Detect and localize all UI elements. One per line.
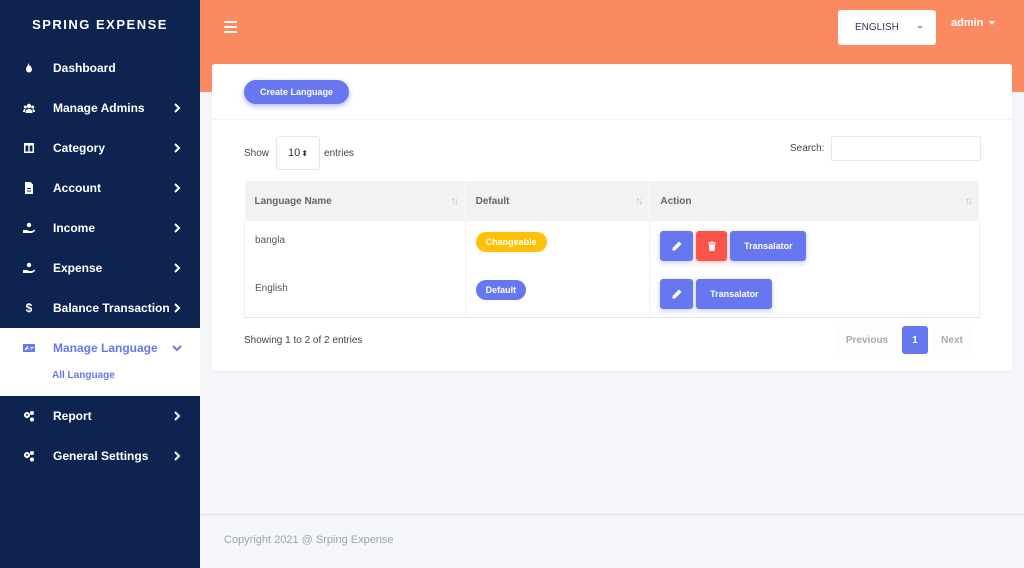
pagination-page-1[interactable]: 1 <box>902 326 928 354</box>
entries-label: entries <box>324 147 355 159</box>
sidebar-item-label: Dashboard <box>53 61 116 75</box>
entries-select[interactable]: 10 ⬍ <box>276 136 321 170</box>
search-control: Search: <box>790 136 982 161</box>
sidebar-item-manage-language[interactable]: Manage Language <box>0 328 200 368</box>
user-name: admin <box>951 17 984 29</box>
hand-holding-icon <box>22 221 36 235</box>
edit-button[interactable] <box>660 231 694 261</box>
sidebar-item-report[interactable]: Report <box>0 396 200 436</box>
delete-button[interactable] <box>696 231 728 261</box>
user-menu[interactable]: admin <box>951 17 996 29</box>
sidebar-item-dashboard[interactable]: Dashboard <box>0 48 200 88</box>
pencil-icon <box>672 289 682 299</box>
language-select[interactable]: ENGLISH <box>838 10 936 45</box>
search-label: Search: <box>790 143 825 154</box>
translator-button[interactable]: Transalator <box>730 231 807 261</box>
entries-length-control: Show 10 ⬍ entries <box>244 136 354 170</box>
sidebar-item-label: Income <box>53 221 96 235</box>
action-cell: Transalator <box>649 269 980 318</box>
trash-icon <box>707 241 716 251</box>
language-select-value: ENGLISH <box>855 22 899 33</box>
dollar-icon: $ <box>25 301 33 315</box>
pagination-previous[interactable]: Previous <box>836 326 898 354</box>
column-header-label: Default <box>475 195 510 207</box>
sidebar-nav: Dashboard Manage Admins Category Account… <box>0 48 200 476</box>
default-cell: Changeable <box>465 221 651 269</box>
brand-logo[interactable]: SPRING EXPENSE <box>0 0 200 48</box>
table-header-row: Language Name ↑↓ Default ↑↓ Action ↑↓ <box>244 181 980 221</box>
sidebar-item-label: Expense <box>53 261 103 275</box>
pagination: Previous 1 Next <box>836 326 972 354</box>
sidebar-item-label: Manage Admins <box>53 101 145 115</box>
status-badge: Default <box>475 280 527 300</box>
sidebar-item-label: Report <box>53 409 92 423</box>
sidebar: SPRING EXPENSE Dashboard Manage Admins C… <box>0 0 200 568</box>
sidebar-item-expense[interactable]: Expense <box>0 248 200 288</box>
sort-icon: ↑↓ <box>965 196 973 207</box>
chevron-right-icon <box>172 263 182 273</box>
sort-icon: ↑↓ <box>450 196 459 207</box>
chevron-right-icon <box>172 223 182 233</box>
caret-down-icon <box>917 26 923 29</box>
sidebar-item-label: Account <box>53 181 101 195</box>
action-cell: Transalator <box>650 221 980 269</box>
sidebar-subitem-all-language[interactable]: All Language <box>0 368 200 396</box>
fire-icon <box>22 61 36 75</box>
translator-button[interactable]: Transalator <box>696 279 773 309</box>
chevron-right-icon <box>172 183 182 193</box>
hamburger-menu-icon[interactable] <box>224 21 237 33</box>
caret-down-icon <box>989 21 996 25</box>
chevron-down-icon <box>172 343 182 353</box>
show-label: Show <box>244 147 270 159</box>
columns-icon <box>22 141 36 155</box>
pagination-next[interactable]: Next <box>932 326 972 354</box>
sidebar-item-account[interactable]: Account <box>0 168 200 208</box>
column-header-default[interactable]: Default ↑↓ <box>465 181 651 221</box>
footer: Copyright 2021 @ Srping Expense <box>200 514 1024 568</box>
column-header-language-name[interactable]: Language Name ↑↓ <box>244 181 466 221</box>
users-icon <box>22 101 36 115</box>
sidebar-item-label: General Settings <box>53 449 149 463</box>
column-header-action[interactable]: Action ↑↓ <box>649 181 980 221</box>
card-header: Create Language <box>212 64 1012 120</box>
table-row: bangla Changeable Transalator <box>244 221 980 269</box>
column-header-label: Language Name <box>254 195 332 207</box>
cogs-icon <box>22 449 36 463</box>
entries-select-value: 10 <box>288 147 301 159</box>
column-header-label: Action <box>660 195 692 207</box>
edit-button[interactable] <box>660 279 694 309</box>
sidebar-item-label: Balance Transaction <box>53 301 170 315</box>
pencil-icon <box>672 241 682 251</box>
sidebar-item-manage-admins[interactable]: Manage Admins <box>0 88 200 128</box>
sidebar-item-income[interactable]: Income <box>0 208 200 248</box>
table-row: English Default Transalator <box>244 269 980 318</box>
sort-icon: ⬍ <box>301 148 308 158</box>
hand-holding-icon <box>22 261 36 275</box>
sidebar-item-general-settings[interactable]: General Settings <box>0 436 200 476</box>
language-table: Language Name ↑↓ Default ↑↓ Action ↑↓ bangl… <box>244 181 980 318</box>
sidebar-item-label: Manage Language <box>53 341 158 355</box>
sidebar-item-category[interactable]: Category <box>0 128 200 168</box>
chevron-right-icon <box>172 303 182 313</box>
sort-icon: ↑↓ <box>635 196 643 207</box>
sidebar-item-balance-transaction[interactable]: $ Balance Transaction <box>0 288 200 328</box>
table-info: Showing 1 to 2 of 2 entries <box>244 335 363 346</box>
default-cell: Default <box>465 269 651 318</box>
chevron-right-icon <box>172 103 182 113</box>
cogs-icon <box>22 409 36 423</box>
sidebar-item-label: Category <box>53 141 106 155</box>
chevron-right-icon <box>172 143 182 153</box>
status-badge: Changeable <box>475 232 547 252</box>
copyright-text: Copyright 2021 @ Srping Expense <box>224 534 394 546</box>
language-icon <box>22 341 36 355</box>
chevron-right-icon <box>172 451 182 461</box>
chevron-right-icon <box>172 411 182 421</box>
language-card: Create Language Show 10 ⬍ entries Search… <box>212 64 1012 371</box>
search-input[interactable] <box>831 136 982 161</box>
language-name-cell: English <box>244 269 466 318</box>
file-icon <box>22 181 36 195</box>
sidebar-subitem-label: All Language <box>52 370 115 381</box>
create-language-button[interactable]: Create Language <box>244 80 349 104</box>
language-name-cell: bangla <box>244 221 466 269</box>
